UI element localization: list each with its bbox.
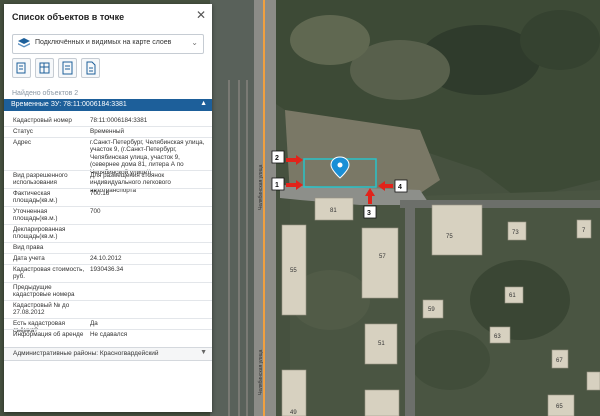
building-label: 55 bbox=[290, 268, 297, 274]
building-label: 67 bbox=[556, 358, 563, 364]
building-label: 61 bbox=[509, 293, 516, 299]
attribute-value: 700 bbox=[90, 208, 101, 215]
building-label: 59 bbox=[428, 307, 435, 313]
attribute-key: Вид разрешенного использования bbox=[13, 172, 68, 187]
close-icon[interactable]: ✕ bbox=[196, 9, 206, 21]
admin-districts-title: Административные районы: Красногвардейск… bbox=[13, 350, 159, 357]
file-icon bbox=[86, 61, 96, 75]
panel-title: Список объектов в точке bbox=[12, 12, 125, 22]
chevron-down-icon: ▼ bbox=[200, 349, 207, 356]
admin-districts-section[interactable]: Административные районы: Красногвардейск… bbox=[4, 347, 212, 361]
object-header-title: Временные ЗУ: 78:11:0006184:3381 bbox=[11, 101, 127, 108]
attribute-key: Статус bbox=[13, 128, 33, 135]
attribute-key: Уточненная площадь(кв.м.) bbox=[13, 208, 58, 223]
svg-text:4: 4 bbox=[398, 184, 402, 191]
attribute-key: Информация об аренде bbox=[13, 331, 84, 338]
building-label: 65 bbox=[556, 404, 563, 410]
attribute-value: 78:11:0006184:3381 bbox=[90, 117, 148, 124]
building-label: 51 bbox=[378, 341, 385, 347]
building-label: 81 bbox=[330, 208, 337, 214]
svg-text:3: 3 bbox=[367, 210, 371, 217]
attribute-key: Кадастровая стоимость, руб. bbox=[13, 266, 85, 281]
building-label: 73 bbox=[512, 230, 519, 236]
marker-box-2: 2 bbox=[271, 150, 285, 164]
street-label: Челябинская улица bbox=[258, 164, 264, 210]
document-icon bbox=[62, 61, 73, 75]
svg-text:2: 2 bbox=[275, 155, 279, 162]
building-label: 63 bbox=[494, 334, 501, 340]
attribute-key: Кадастровый № до 27.08.2012 bbox=[13, 302, 70, 317]
building-label: 57 bbox=[379, 254, 386, 260]
attribute-key: Вид права bbox=[13, 244, 44, 251]
attribute-value: Не сдавался bbox=[90, 331, 128, 338]
attribute-key: Предыдущие кадастровые номера bbox=[13, 284, 75, 299]
export-list-button[interactable] bbox=[12, 58, 31, 78]
svg-text:1: 1 bbox=[275, 182, 279, 189]
attribute-value: 700.16 bbox=[90, 190, 110, 197]
layer-filter-value: Подключённых и видимых на карте слоев bbox=[35, 39, 172, 46]
building-label: 49 bbox=[290, 410, 297, 416]
layer-filter-select[interactable]: Подключённых и видимых на карте слоев ⌄ bbox=[12, 34, 204, 54]
building-label: 75 bbox=[446, 234, 453, 240]
export-table-button[interactable] bbox=[35, 58, 54, 78]
chevron-down-icon: ⌄ bbox=[191, 38, 198, 47]
marker-box-1: 1 bbox=[271, 177, 285, 191]
attribute-key: Декларированная площадь(кв.м.) bbox=[13, 226, 66, 241]
attribute-key: Дата учета bbox=[13, 255, 45, 262]
object-list-panel: Список объектов в точке ✕ Подключённых и… bbox=[4, 4, 212, 412]
attribute-key: Кадастровый номер bbox=[13, 117, 72, 124]
chevron-up-icon: ▲ bbox=[200, 100, 207, 107]
attribute-value: Да bbox=[90, 320, 98, 327]
object-header[interactable]: Временные ЗУ: 78:11:0006184:3381 ▲ bbox=[4, 99, 212, 111]
attribute-value: 24.10.2012 bbox=[90, 255, 122, 262]
print-button[interactable] bbox=[81, 58, 100, 78]
attribute-value: Временный bbox=[90, 128, 125, 135]
attribute-value: 1930436.34 bbox=[90, 266, 124, 273]
marker-box-3: 3 bbox=[363, 205, 377, 219]
attribute-key: Фактическая площадь(кв.м.) bbox=[13, 190, 58, 205]
layers-icon bbox=[18, 38, 30, 48]
list-export-icon bbox=[16, 62, 26, 74]
attribute-key: Адрес bbox=[13, 139, 32, 146]
found-count: Найдено объектов 2 bbox=[12, 90, 79, 97]
document-button[interactable] bbox=[58, 58, 77, 78]
street-label: Челябинская улица bbox=[258, 349, 264, 395]
table-icon bbox=[39, 62, 50, 74]
marker-box-4: 4 bbox=[394, 179, 408, 193]
